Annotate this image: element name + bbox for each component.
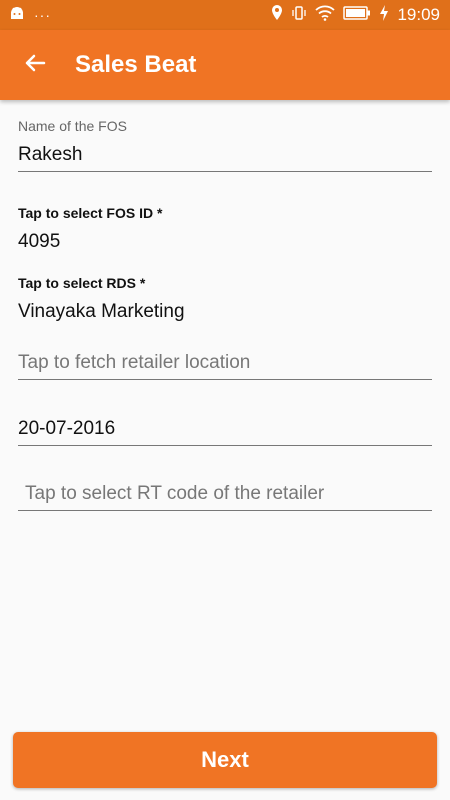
rds-field[interactable]: Tap to select RDS * Vinayaka Marketing [18, 275, 432, 323]
status-bar: ··· 19:09 [0, 0, 450, 30]
android-icon [10, 6, 24, 24]
vibrate-icon [291, 5, 307, 26]
location-icon [271, 4, 283, 26]
back-button[interactable] [0, 30, 70, 100]
retailer-location-field[interactable]: Tap to fetch retailer location [18, 352, 432, 380]
app-bar: Sales Beat [0, 30, 450, 100]
fos-id-value[interactable]: 4095 [18, 221, 432, 253]
fos-id-field[interactable]: Tap to select FOS ID * 4095 [18, 205, 432, 253]
arrow-left-icon [23, 51, 47, 80]
clock: 19:09 [397, 5, 440, 24]
fos-id-label: Tap to select FOS ID * [18, 205, 163, 221]
next-button[interactable]: Next [13, 732, 437, 788]
page-title: Sales Beat [75, 51, 197, 78]
retailer-location-input[interactable]: Tap to fetch retailer location [18, 352, 432, 380]
date-field[interactable]: 20-07-2016 [18, 418, 432, 446]
fos-name-input[interactable]: Rakesh [18, 134, 432, 172]
more-notifications-icon: ··· [34, 7, 51, 23]
battery-icon [343, 5, 371, 25]
fos-name-field[interactable]: Name of the FOS Rakesh [18, 118, 432, 172]
rt-code-field[interactable]: Tap to select RT code of the retailer [18, 483, 432, 511]
rds-value[interactable]: Vinayaka Marketing [18, 291, 432, 323]
date-input[interactable]: 20-07-2016 [18, 418, 432, 446]
rt-code-input[interactable]: Tap to select RT code of the retailer [18, 483, 432, 511]
charging-icon [379, 4, 389, 26]
wifi-icon [315, 5, 336, 26]
fos-name-label: Name of the FOS [18, 118, 127, 134]
rds-label: Tap to select RDS * [18, 275, 146, 291]
